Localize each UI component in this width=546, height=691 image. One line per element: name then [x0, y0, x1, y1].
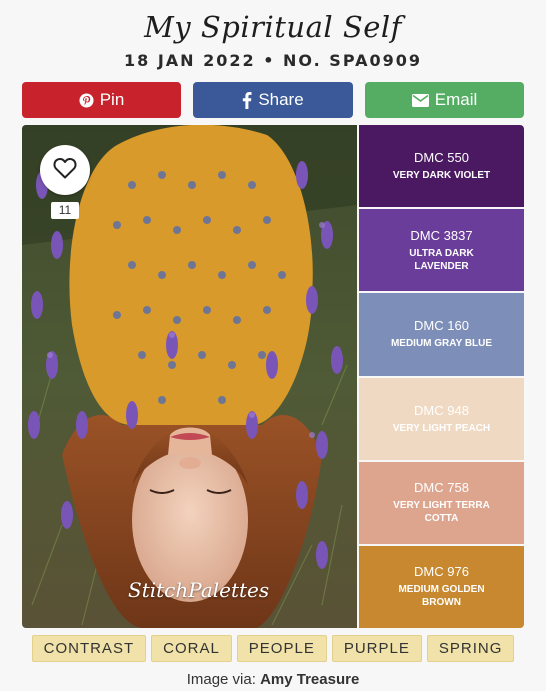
credit-prefix: Image via: [186, 671, 256, 688]
swatch-code: DMC 758 [414, 480, 469, 496]
tag-purple[interactable]: PURPLE [331, 635, 422, 662]
pin-label: Pin [99, 90, 125, 109]
swatch-code: DMC 550 [414, 150, 469, 166]
stitchpalettes-watermark: StitchPalettes [128, 578, 270, 602]
swatch-code: DMC 3837 [410, 227, 473, 243]
email-button[interactable]: Email [365, 82, 524, 118]
tag-contrast[interactable]: CONTRAST [31, 635, 147, 662]
swatch-dmc-160[interactable]: DMC 160 MEDIUM GRAY BLUE [359, 293, 524, 376]
swatch-dmc-758[interactable]: DMC 758 VERY LIGHT TERRA COTTA [359, 461, 524, 544]
swatch-name: ULTRA DARK LAVENDER [409, 247, 474, 272]
pinterest-icon [79, 92, 94, 108]
swatch-dmc-3837[interactable]: DMC 3837 ULTRA DARK LAVENDER [359, 209, 524, 292]
swatch-dmc-550[interactable]: DMC 550 VERY DARK VIOLET [359, 125, 524, 208]
tag-coral[interactable]: CORAL [151, 635, 232, 662]
envelope-icon [411, 93, 429, 107]
palette-date-number: 18 JAN 2022 • NO. SPA0909 [123, 51, 422, 70]
tag-spring[interactable]: SPRING [426, 635, 515, 662]
swatch-code: DMC 976 [414, 564, 469, 580]
swatch-code: DMC 948 [414, 402, 469, 418]
swatch-name: VERY LIGHT TERRA COTTA [393, 500, 490, 525]
swatch-name: MEDIUM GRAY BLUE [390, 338, 493, 350]
swatch-name: VERY LIGHT PEACH [392, 422, 491, 434]
swatch-name: VERY DARK VIOLET [392, 170, 491, 182]
like-count: 11 [51, 202, 79, 219]
page-title: My Spiritual Self [144, 10, 402, 44]
facebook-icon [242, 91, 252, 109]
swatch-dmc-948[interactable]: DMC 948 VERY LIGHT PEACH [359, 377, 524, 460]
share-label: Share [258, 90, 304, 109]
palette-photo [22, 125, 357, 628]
credit-author-link[interactable]: Amy Treasure [260, 671, 359, 688]
pin-button[interactable]: Pin [22, 82, 181, 118]
like-button[interactable] [40, 145, 90, 195]
swatch-dmc-976[interactable]: DMC 976 MEDIUM GOLDEN BROWN [359, 545, 524, 629]
swatch-code: DMC 160 [414, 318, 469, 334]
image-credit: Image via: Amy Treasure [0, 671, 546, 688]
tag-people[interactable]: PEOPLE [236, 635, 327, 662]
heart-icon [53, 157, 77, 184]
swatch-name: MEDIUM GOLDEN BROWN [398, 584, 485, 609]
color-swatches: DMC 550 VERY DARK VIOLET DMC 3837 ULTRA … [359, 125, 524, 629]
email-label: Email [434, 90, 478, 109]
facebook-share-button[interactable]: Share [193, 82, 353, 118]
tag-list: CONTRAST CORAL PEOPLE PURPLE SPRING [0, 635, 546, 662]
